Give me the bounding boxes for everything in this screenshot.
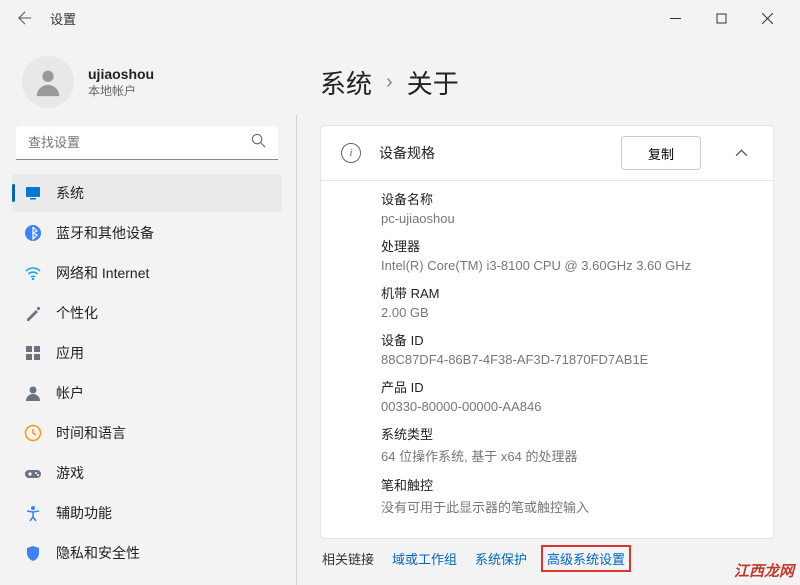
arrow-left-icon <box>18 11 32 25</box>
sidebar-item-label: 个性化 <box>56 303 98 323</box>
sidebar-item-bluetooth[interactable]: 蓝牙和其他设备 <box>12 214 282 252</box>
divider <box>296 115 297 585</box>
related-links-row: 相关链接 域或工作组 系统保护 高级系统设置 <box>320 549 774 568</box>
spec-label: 系统类型 <box>381 424 753 443</box>
spec-row: 设备 ID 88C87DF4-86B7-4F38-AF3D-71870FD7AB1… <box>381 330 753 367</box>
sidebar: ujiaoshou 本地帐户 系统蓝牙和其他设备网络和 Internet 个性化应… <box>0 36 290 585</box>
avatar <box>22 56 74 108</box>
spec-label: 笔和触控 <box>381 475 753 494</box>
spec-row: 笔和触控没有可用于此显示器的笔或触控输入 <box>381 475 753 516</box>
minimize-button[interactable] <box>652 2 698 34</box>
search-icon <box>251 133 266 153</box>
sidebar-item-label: 帐户 <box>56 383 84 403</box>
spec-row: 系统类型 64 位操作系统, 基于 x64 的处理器 <box>381 424 753 465</box>
device-specs-card: i 设备规格 复制 设备名称 pc-ujiaoshou 处理器 Intel(R) Co… <box>320 125 774 539</box>
shield-icon <box>24 544 42 562</box>
copy-button[interactable]: 复制 <box>621 136 701 170</box>
sidebar-item-brush[interactable]: 个性化 <box>12 294 282 332</box>
breadcrumb: 系统 › 关于 <box>320 64 774 101</box>
spec-value: 没有可用于此显示器的笔或触控输入 <box>381 497 753 516</box>
info-icon: i <box>341 143 361 163</box>
window-title: 设置 <box>50 9 76 28</box>
user-account-type: 本地帐户 <box>88 82 154 99</box>
sidebar-item-clock[interactable]: 时间和语言 <box>12 414 282 452</box>
display-icon <box>24 184 42 202</box>
sidebar-item-apps[interactable]: 应用 <box>12 334 282 372</box>
sidebar-item-display[interactable]: 系统 <box>12 174 282 212</box>
sidebar-item-accessibility[interactable]: 辅助功能 <box>12 494 282 532</box>
spec-label: 机带 RAM <box>381 283 753 302</box>
sidebar-item-shield[interactable]: 隐私和安全性 <box>12 534 282 572</box>
close-icon <box>762 13 773 24</box>
sidebar-item-label: 游戏 <box>56 463 84 483</box>
breadcrumb-parent[interactable]: 系统 <box>320 64 372 101</box>
spec-value: 88C87DF4-86B7-4F38-AF3D-71870FD7AB1E <box>381 352 753 367</box>
sidebar-item-label: 蓝牙和其他设备 <box>56 223 154 243</box>
wifi-icon <box>24 264 42 282</box>
sidebar-item-label: 应用 <box>56 343 84 363</box>
brush-icon <box>24 304 42 322</box>
spec-value: Intel(R) Core(TM) i3-8100 CPU @ 3.60GHz … <box>381 258 753 273</box>
chevron-up-icon <box>735 147 748 160</box>
link-domain-workgroup[interactable]: 域或工作组 <box>392 549 457 568</box>
collapse-button[interactable] <box>719 136 763 170</box>
spec-label: 设备 ID <box>381 330 753 349</box>
spec-value: 00330-80000-00000-AA846 <box>381 399 753 414</box>
spec-label: 设备名称 <box>381 189 753 208</box>
link-advanced-system-settings[interactable]: 高级系统设置 <box>541 545 631 572</box>
sidebar-item-label: 系统 <box>56 183 84 203</box>
sidebar-item-label: 隐私和安全性 <box>56 543 140 563</box>
search-box[interactable] <box>16 126 278 160</box>
bluetooth-icon <box>24 224 42 242</box>
content-area: 系统 › 关于 i 设备规格 复制 设备名称 pc-ujiaoshou 处理器 Int… <box>290 36 800 585</box>
related-links-label: 相关链接 <box>322 549 374 568</box>
chevron-right-icon: › <box>386 71 393 94</box>
sidebar-item-game[interactable]: 游戏 <box>12 454 282 492</box>
sidebar-item-wifi[interactable]: 网络和 Internet <box>12 254 282 292</box>
spec-value: 2.00 GB <box>381 305 753 320</box>
search-input[interactable] <box>28 135 251 150</box>
spec-row: 处理器 Intel(R) Core(TM) i3-8100 CPU @ 3.60G… <box>381 236 753 273</box>
spec-label: 处理器 <box>381 236 753 255</box>
spec-value: pc-ujiaoshou <box>381 211 753 226</box>
spec-row: 产品 ID 00330-80000-00000-AA846 <box>381 377 753 414</box>
person-icon <box>31 65 65 99</box>
game-icon <box>24 464 42 482</box>
spec-value: 64 位操作系统, 基于 x64 的处理器 <box>381 446 753 465</box>
back-button[interactable] <box>10 3 40 33</box>
apps-icon <box>24 344 42 362</box>
accessibility-icon <box>24 504 42 522</box>
link-system-protection[interactable]: 系统保护 <box>475 549 527 568</box>
maximize-button[interactable] <box>698 2 744 34</box>
device-specs-title: 设备规格 <box>379 143 603 163</box>
spec-label: 产品 ID <box>381 377 753 396</box>
clock-icon <box>24 424 42 442</box>
sidebar-item-label: 辅助功能 <box>56 503 112 523</box>
sidebar-item-label: 网络和 Internet <box>56 263 149 283</box>
spec-row: 设备名称 pc-ujiaoshou <box>381 189 753 226</box>
person-icon <box>24 384 42 402</box>
close-button[interactable] <box>744 2 790 34</box>
sidebar-item-person[interactable]: 帐户 <box>12 374 282 412</box>
user-name: ujiaoshou <box>88 66 154 82</box>
sidebar-item-label: 时间和语言 <box>56 423 126 443</box>
user-account-row[interactable]: ujiaoshou 本地帐户 <box>12 46 282 126</box>
minimize-icon <box>670 13 681 24</box>
spec-row: 机带 RAM 2.00 GB <box>381 283 753 320</box>
breadcrumb-current: 关于 <box>407 64 459 101</box>
maximize-icon <box>716 13 727 24</box>
